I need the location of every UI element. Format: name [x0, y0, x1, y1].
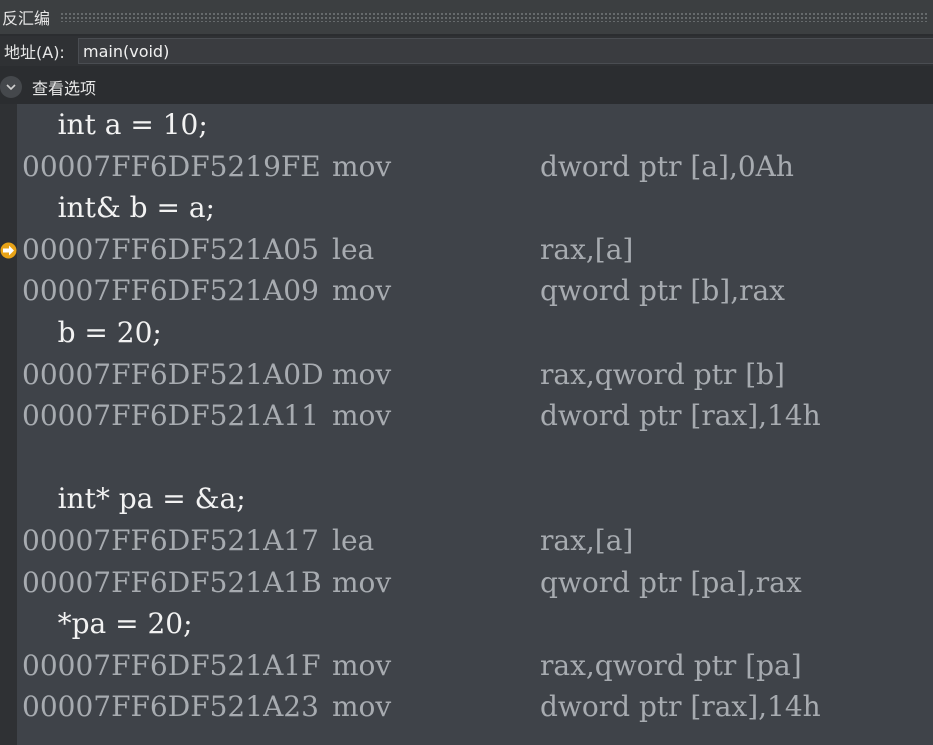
address-bar: 地址(A): main(void) [0, 36, 933, 66]
window-title: 反汇编 [2, 9, 51, 28]
instruction-operands: qword ptr [pa],rax [540, 565, 802, 599]
instruction-operands: rax,[a] [540, 524, 634, 557]
instruction-address: 00007FF6DF5219FE [22, 149, 321, 183]
address-label: 地址(A): [4, 43, 65, 62]
breakpoint-gutter[interactable] [0, 104, 17, 745]
instruction-address: 00007FF6DF521A23 [22, 690, 319, 724]
instruction-address: 00007FF6DF521A1B [22, 565, 322, 599]
instruction-operands: qword ptr [b],rax [540, 274, 785, 308]
instruction-address: 00007FF6DF521A1F [22, 648, 321, 682]
disassembly-view[interactable]: int a = 10; 00007FF6DF5219FE mov dword ptr … [17, 104, 933, 745]
instruction-mnemonic: mov [332, 399, 392, 433]
view-options-label[interactable]: 查看选项 [32, 75, 96, 99]
current-instruction-arrow-icon [0, 242, 17, 259]
instruction-operands: dword ptr [rax],14h [540, 690, 821, 724]
instruction-operands: rax,qword ptr [pa] [540, 648, 802, 682]
instruction-address: 00007FF6DF521A05 [22, 232, 319, 266]
instruction-operands: rax,qword ptr [b] [540, 357, 785, 391]
source-line[interactable]: int a = 10; [22, 105, 208, 145]
instruction-mnemonic: mov [332, 357, 392, 391]
instruction-mnemonic: lea [332, 524, 375, 557]
instruction-mnemonic: mov [332, 274, 392, 308]
instruction-address: 00007FF6DF521A17 [22, 524, 319, 557]
titlebar-drag-grip[interactable] [60, 12, 929, 22]
view-options-bar: 查看选项 [0, 72, 933, 102]
chevron-down-icon[interactable] [0, 76, 22, 98]
address-input[interactable]: main(void) [78, 38, 933, 64]
instruction-mnemonic: lea [332, 232, 375, 266]
instruction-operands: rax,[a] [540, 232, 634, 266]
source-line[interactable]: int* pa = &a; [22, 479, 246, 519]
source-line[interactable]: *pa = 20; [22, 604, 193, 644]
instruction-mnemonic: mov [332, 648, 392, 682]
instruction-address: 00007FF6DF521A0D [22, 357, 324, 391]
disassembly-titlebar: 反汇编 [0, 0, 933, 34]
source-line[interactable]: int& b = a; [22, 188, 215, 228]
instruction-address: 00007FF6DF521A11 [22, 399, 319, 433]
instruction-mnemonic: mov [332, 149, 392, 183]
instruction-operands: dword ptr [rax],14h [540, 399, 821, 433]
instruction-mnemonic: mov [332, 565, 392, 599]
instruction-operands: dword ptr [a],0Ah [540, 149, 794, 183]
source-line[interactable]: b = 20; [22, 313, 162, 353]
instruction-mnemonic: mov [332, 690, 392, 724]
instruction-address: 00007FF6DF521A09 [22, 274, 319, 308]
